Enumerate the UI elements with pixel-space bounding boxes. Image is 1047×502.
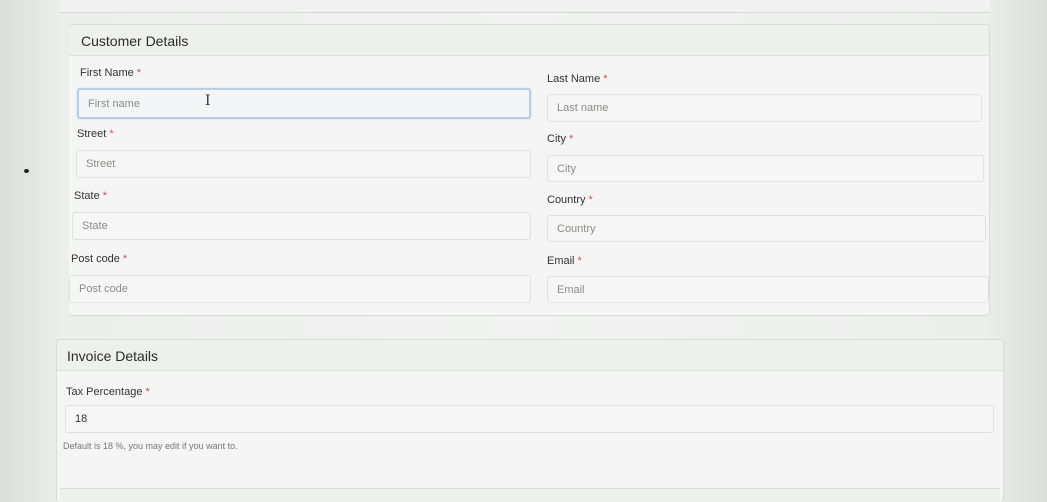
customer-details-title: Customer Details xyxy=(81,33,189,49)
screen-dot xyxy=(24,169,29,173)
city-input[interactable] xyxy=(547,155,984,182)
first-name-input[interactable] xyxy=(77,88,531,119)
state-label: State * xyxy=(74,190,107,202)
text-cursor-icon: I xyxy=(205,93,211,109)
street-label: Street * xyxy=(77,128,114,140)
required-mark: * xyxy=(109,128,114,140)
post-code-label-text: Post code xyxy=(71,253,120,265)
city-label-text: City xyxy=(547,133,566,145)
next-section-edge xyxy=(60,488,1000,502)
invoice-details-heading: Invoice Details xyxy=(57,340,1003,371)
last-name-label: Last Name * xyxy=(547,73,607,85)
required-mark: * xyxy=(122,253,128,265)
required-mark: * xyxy=(102,190,107,202)
email-label-text: Email xyxy=(547,255,575,267)
email-input[interactable] xyxy=(547,276,989,303)
country-input[interactable] xyxy=(547,215,986,242)
post-code-input[interactable] xyxy=(69,275,531,303)
country-label: Country * xyxy=(547,194,593,206)
street-label-text: Street xyxy=(77,128,107,140)
tax-percentage-input[interactable] xyxy=(65,405,994,433)
street-input[interactable] xyxy=(76,150,531,178)
tax-percentage-label: Tax Percentage * xyxy=(66,386,150,398)
city-label: City * xyxy=(547,133,573,145)
required-mark: * xyxy=(145,386,150,398)
last-name-input[interactable] xyxy=(547,94,982,122)
first-name-label: First Name * xyxy=(80,67,141,79)
required-mark: * xyxy=(136,67,142,79)
last-name-label-text: Last Name xyxy=(547,73,601,85)
required-mark: * xyxy=(603,73,608,85)
first-name-label-text: First Name xyxy=(80,67,134,79)
required-mark: * xyxy=(577,255,582,267)
previous-panel-edge xyxy=(60,0,990,13)
tax-percentage-label-text: Tax Percentage xyxy=(66,386,143,398)
email-label: Email * xyxy=(547,255,582,267)
country-label-text: Country xyxy=(547,194,586,206)
state-label-text: State xyxy=(74,190,100,202)
required-mark: * xyxy=(588,194,593,206)
post-code-label: Post code * xyxy=(71,253,127,265)
state-input[interactable] xyxy=(72,212,531,240)
tax-help-text: Default is 18 %, you may edit if you wan… xyxy=(63,441,238,451)
customer-details-heading: Customer Details xyxy=(69,25,989,56)
invoice-details-title: Invoice Details xyxy=(67,348,159,364)
required-mark: * xyxy=(568,133,574,145)
